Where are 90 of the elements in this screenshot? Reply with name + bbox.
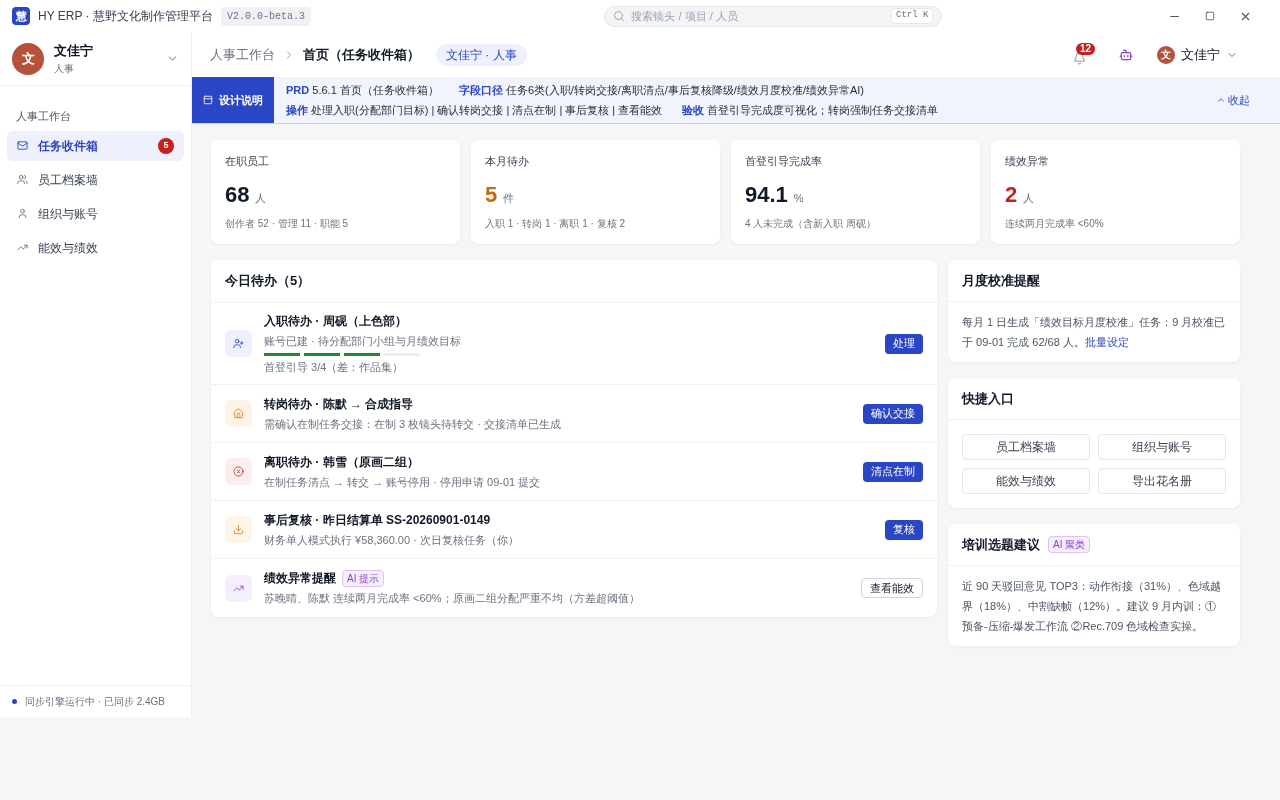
robot-icon[interactable] (1119, 47, 1133, 62)
card-title: 培训选题建议 (962, 535, 1040, 554)
design-note-text: 验收 首登引导完成度可视化；转岗强制任务交接清单 (682, 102, 939, 118)
trend-icon (17, 242, 28, 253)
card-title: 月度校准提醒 (962, 271, 1040, 290)
batch-set-link[interactable]: 批量设定 (1084, 336, 1129, 348)
page-title: 首页（任务收件箱） (303, 45, 420, 64)
bell-icon (1073, 51, 1086, 65)
action-button[interactable]: 处理 (885, 333, 923, 354)
chevron-up-icon (1216, 95, 1226, 105)
panel-title: 今日待办（5） (225, 272, 311, 291)
user-avatar: 文 (1157, 45, 1175, 64)
sidebar-item[interactable]: 能效与绩效 (7, 232, 184, 263)
stat-unit: 人 (255, 190, 267, 206)
stat-detail: 入职 1 · 转岗 1 · 离职 1 · 复核 2 (485, 217, 627, 231)
sidebar-item[interactable]: 员工档案墙 (7, 164, 184, 195)
action-button[interactable]: 清点在制 (863, 461, 923, 482)
sidebar-item[interactable]: 任务收件箱 5 (7, 130, 184, 161)
stat-unit: 人 (1023, 190, 1035, 206)
shortcut-button[interactable]: 能效与绩效 (962, 468, 1090, 494)
stat-label: 在职员工 (225, 154, 270, 169)
user-role: 人事 (54, 61, 75, 76)
users-icon (17, 174, 28, 185)
todo-title: 离职待办 · 韩雪（原画二组） (264, 453, 419, 471)
todo-title: 转岗待办 · 陈默 → 合成指导 (264, 395, 414, 413)
role-tag: 文佳宁 · 人事 (436, 43, 527, 66)
action-button[interactable]: 查看能效 (861, 578, 923, 598)
stat-unit: % (793, 190, 804, 206)
shortcut-key: Ctrl K (891, 8, 934, 24)
breadcrumb-link[interactable]: 人事工作台 (210, 44, 275, 65)
shortcut-button[interactable]: 组织与账号 (1098, 434, 1226, 460)
app-logo: 慧 (12, 7, 30, 25)
design-note-text: 字段口径 任务6类(入职/转岗交接/离职清点/事后复核降级/绩效月度校准/绩效异常AI) (458, 83, 864, 98)
action-button[interactable]: 确认交接 (863, 403, 923, 424)
todo-title: 入职待办 · 周砚（上色部） (264, 313, 407, 330)
design-note-text: 操作 处理入职(分配部门目标) | 确认转岗交接 | 清点在制 | 事后复核 | 查看能效 (286, 102, 663, 118)
shortcut-button[interactable]: 导出花名册 (1098, 468, 1226, 494)
stat-detail: 创作者 52 · 管理 11 · 职能 5 (225, 217, 350, 231)
stat-value: 2 (1005, 180, 1018, 209)
sidebar-item[interactable]: 组织与账号 (7, 198, 184, 229)
card-title: 快捷入口 (962, 389, 1014, 408)
todo-description: 苏晚晴、陈默 连续两月完成率 <60%；原画二组分配严重不均（方差超阈值） (264, 591, 641, 607)
count-badge: 5 (158, 137, 174, 154)
todo-description: 需确认在制任务交接：在制 3 枚镜头待转交 · 交接清单已生成 (264, 416, 562, 432)
stat-label: 绩效异常 (1005, 154, 1050, 169)
search-icon (613, 10, 626, 22)
todo-description: 在制任务清点 → 转交 → 账号停用 · 停用申请 09-01 提交 (264, 474, 542, 490)
stat-detail: 连续两月完成率 <60% (1005, 217, 1105, 231)
notification-button[interactable]: 12 (1071, 42, 1095, 67)
todo-description: 财务单人模式执行 ¥58,360.00 · 次日复核任务（你） (264, 532, 520, 548)
stat-label: 首登引导完成率 (745, 154, 823, 169)
todo-title: 事后复核 · 昨日结算单 SS-20260901-0149 (264, 511, 491, 529)
todo-title: 绩效异常提醒 (264, 570, 336, 588)
stat-unit: 件 (503, 190, 515, 206)
stat-value: 5 (485, 180, 498, 209)
design-note-label: 设计说明 (192, 77, 274, 123)
notification-badge: 12 (1075, 42, 1095, 55)
search-field[interactable]: 搜索镜头 / 项目 / 人员 (631, 7, 886, 25)
user-icon (17, 208, 28, 219)
search-bar[interactable]: 搜索镜头 / 项目 / 人员 Ctrl K (604, 5, 943, 27)
user-name: 文佳宁 (1181, 45, 1220, 64)
stat-value: 68 (225, 180, 250, 209)
version-tag: V2.0.0-beta.3 (220, 6, 311, 26)
maximize-icon[interactable] (1205, 11, 1215, 21)
collapse-button[interactable]: 收起 (1216, 77, 1280, 123)
user-avatar: 文 (12, 42, 44, 75)
sync-status: 同步引擎运行中 · 已同步 2.4GB (25, 695, 165, 709)
app-title: HY ERP · 慧野文化制作管理平台 (38, 8, 213, 25)
ai-tag: AI 提示 (342, 569, 385, 587)
section-title: 人事工作台 (15, 109, 72, 124)
ai-tag: AI 聚类 (1048, 536, 1091, 553)
stat-detail: 4 人未完成（含新入职 周砚） (745, 217, 878, 231)
inbox-icon (17, 140, 28, 151)
stat-label: 本月待办 (485, 154, 530, 169)
action-button[interactable]: 复核 (885, 519, 923, 540)
todo-description: 账号已建 · 待分配部门小组与月绩效目标 (264, 334, 462, 349)
stat-value: 94.1 (745, 180, 788, 209)
progress-text: 首登引导 3/4（差：作品集） (264, 359, 405, 375)
trend-icon (225, 574, 252, 602)
download-icon (225, 516, 252, 543)
user-menu[interactable]: 文 文佳宁 (1157, 44, 1238, 65)
user-name: 文佳宁 (54, 42, 94, 61)
user-plus-icon (225, 330, 252, 357)
shortcut-button[interactable]: 员工档案墙 (962, 434, 1090, 460)
circle-x-icon (225, 458, 252, 485)
panel-icon (203, 95, 213, 105)
training-text: 近 90 天驳回意见 TOP3：动作衔接（31%）、色域越界（18%）、中割缺帧（12%）。建议 9 月内训：①预备-压缩-爆发工作流 ②Rec.709 色域检查实操。 (961, 579, 1222, 634)
design-note-text: PRD 5.6.1 首页（任务收件箱） (286, 83, 439, 98)
house-icon (225, 400, 252, 427)
calibration-text: 每月 1 日生成「绩效目标月度校准」任务：9 月校准已于 09-01 完成 62/68 人。批量设定 (961, 315, 1227, 350)
